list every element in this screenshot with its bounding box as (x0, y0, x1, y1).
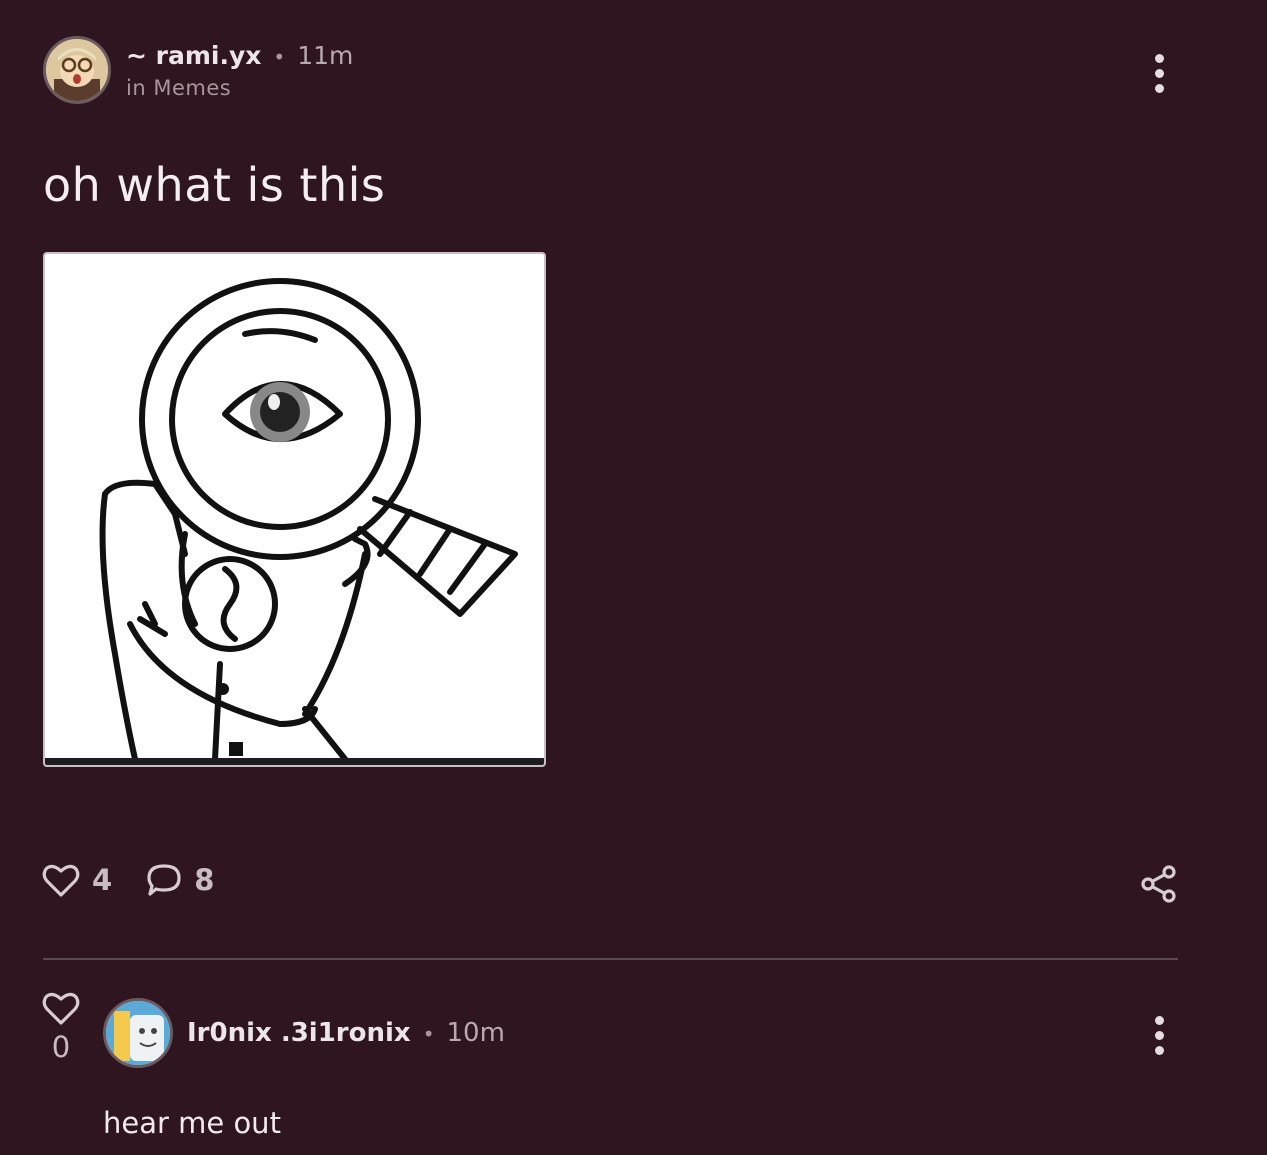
post-header: ~ rami.yx • 11m in Memes (43, 36, 353, 104)
post-meta: ~ rami.yx • 11m in Memes (126, 41, 353, 100)
separator-dot: • (273, 44, 286, 69)
author-name[interactable]: ~ rami.yx (126, 41, 261, 70)
share-icon[interactable] (1139, 864, 1179, 908)
heart-outline-icon (42, 864, 80, 897)
divider (43, 958, 1178, 960)
post-image[interactable] (43, 252, 546, 767)
comment-button[interactable]: 8 (146, 862, 214, 898)
post-actions: 4 8 (42, 862, 214, 898)
image-bottom-bar (45, 758, 544, 765)
comment-vote: 0 (40, 990, 82, 1064)
post-time: 11m (297, 40, 354, 70)
heart-outline-icon[interactable] (42, 990, 80, 1026)
comment-vote-count: 0 (51, 1030, 71, 1064)
comment-more-vertical-icon[interactable] (1151, 1016, 1167, 1055)
comment-meta: Ir0nix .3i1ronix • 10m (187, 1018, 505, 1048)
speech-bubble-icon (147, 864, 181, 896)
like-count: 4 (92, 863, 113, 897)
post-more-vertical-icon[interactable] (1151, 54, 1167, 93)
separator-dot: • (422, 1022, 435, 1046)
post-page: ~ rami.yx • 11m in Memes oh what is this (0, 0, 1267, 1155)
commenter-name[interactable]: Ir0nix .3i1ronix (187, 1018, 411, 1048)
commenter-avatar[interactable] (103, 998, 173, 1068)
author-avatar[interactable] (43, 36, 111, 104)
comment-header: Ir0nix .3i1ronix • 10m (103, 998, 505, 1068)
post-title: oh what is this (43, 158, 386, 212)
comment-text: hear me out (103, 1106, 281, 1140)
like-button[interactable]: 4 (42, 862, 112, 898)
comment-time: 10m (446, 1018, 505, 1048)
community-label[interactable]: in Memes (126, 76, 353, 100)
comment-count: 8 (194, 863, 215, 897)
